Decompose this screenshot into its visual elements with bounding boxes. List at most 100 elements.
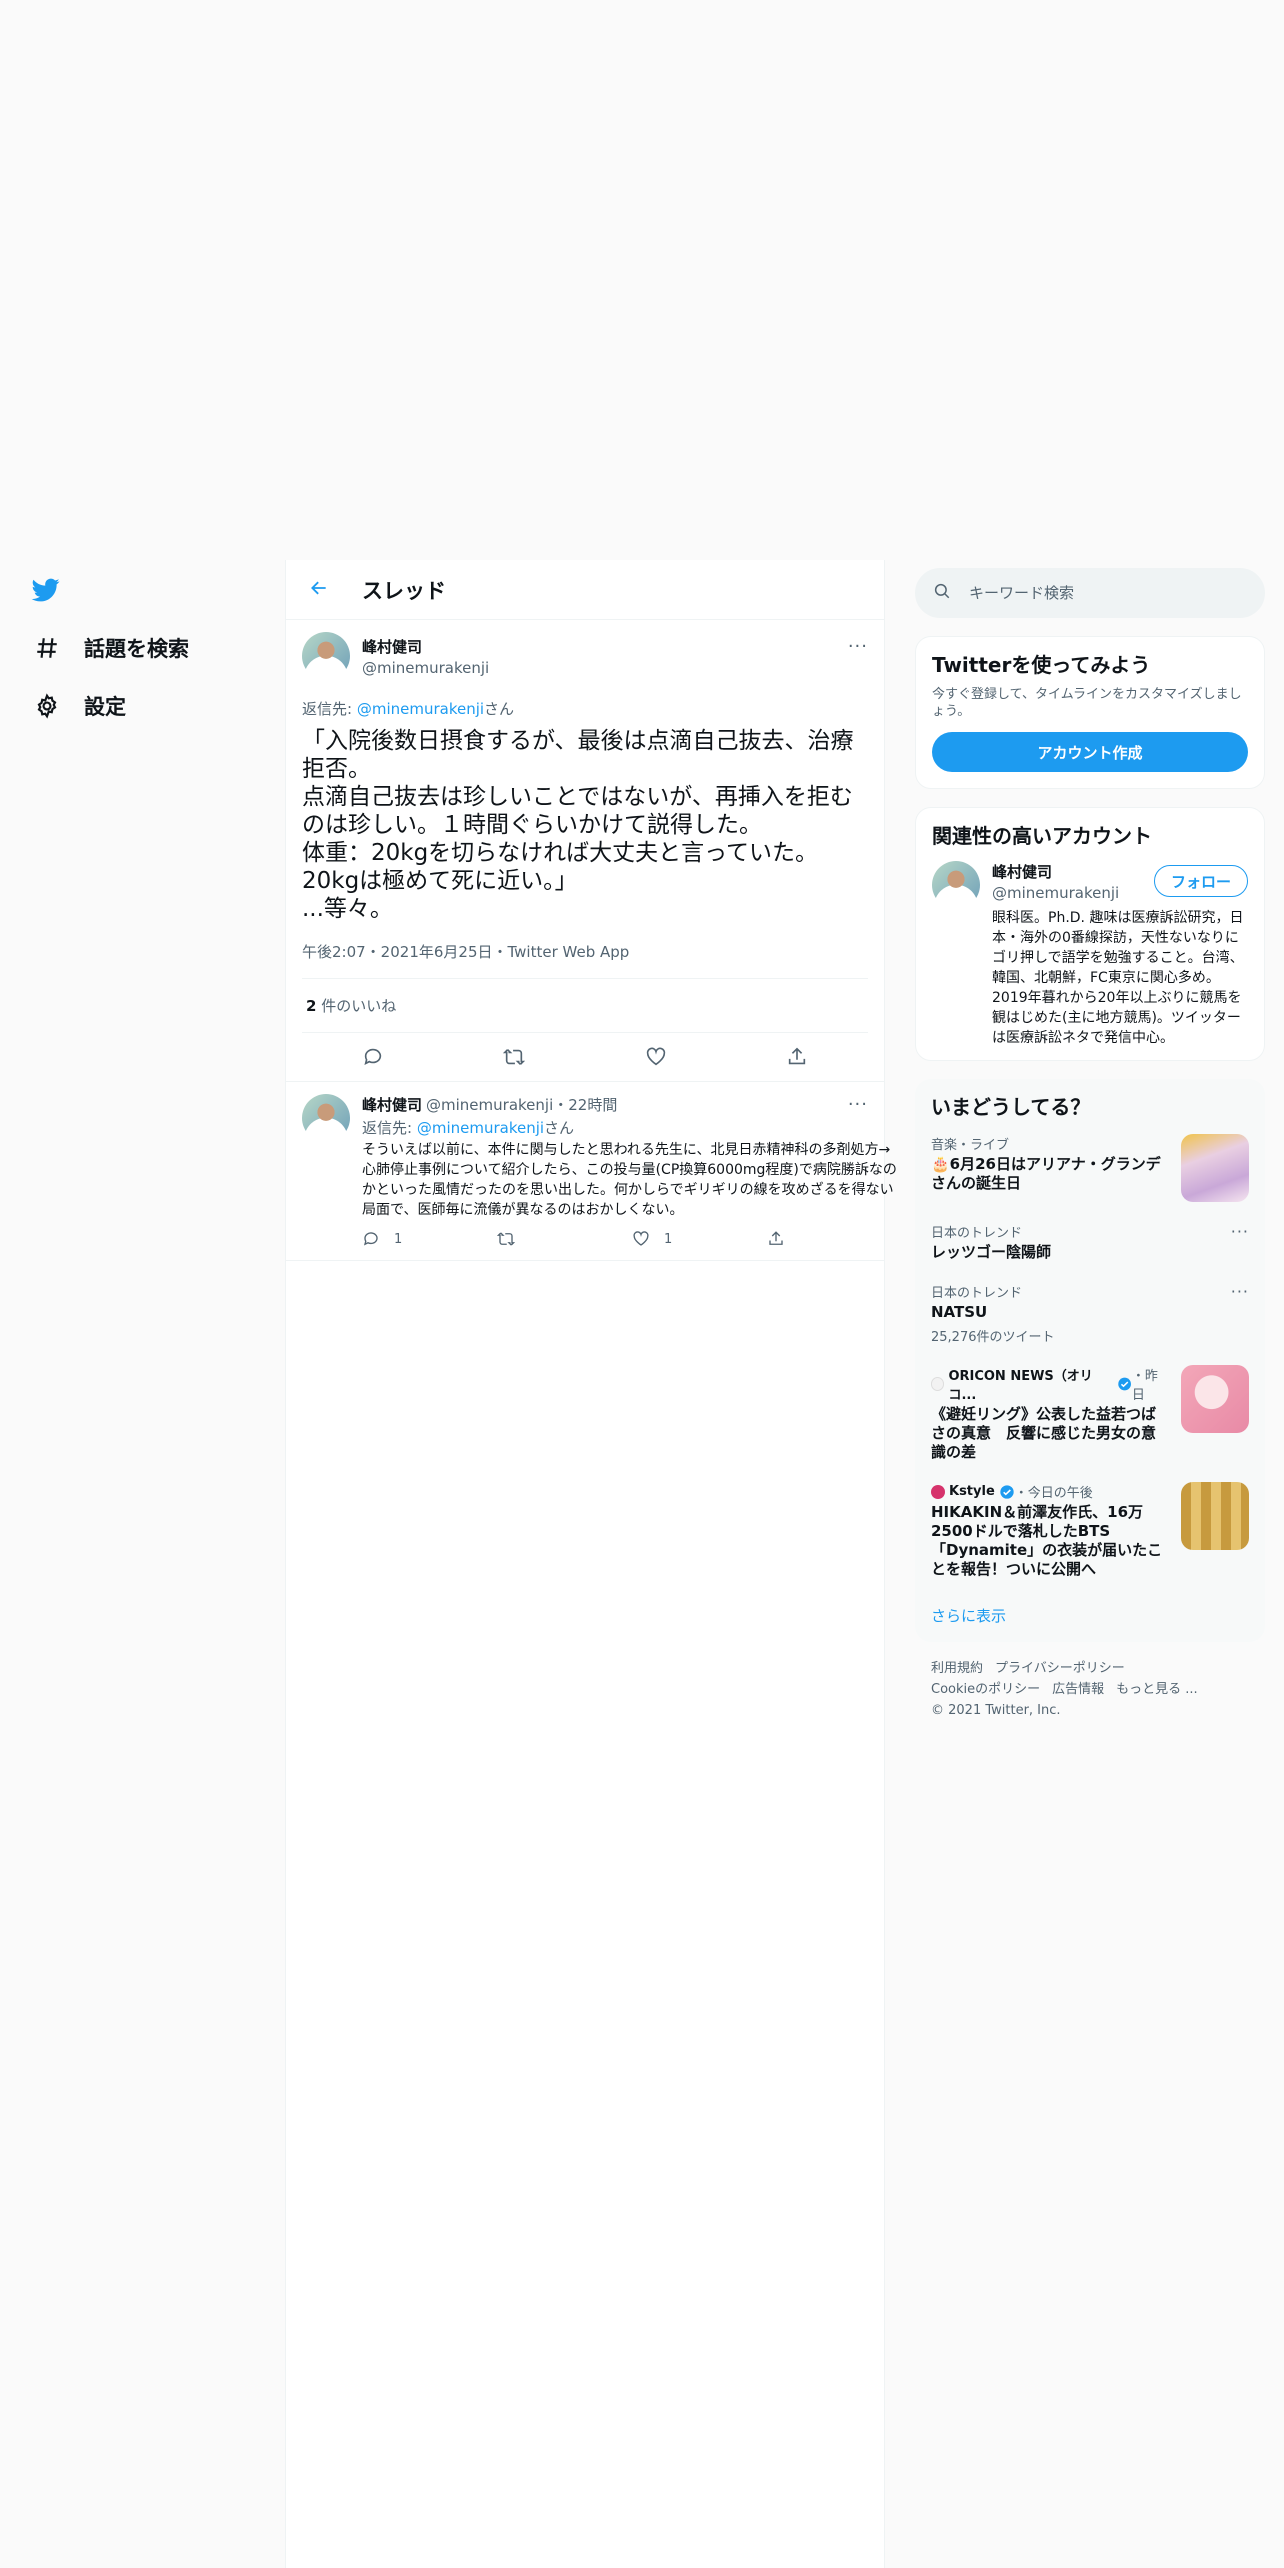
trend-title: 《避妊リング》公表した益若つばさの真意 反響に感じた男女の意識の差 — [931, 1405, 1157, 1461]
ads-link[interactable]: 広告情報 — [1052, 1682, 1104, 1697]
author-handle[interactable]: @minemurakenji — [362, 659, 489, 677]
cookie-link[interactable]: Cookieのポリシー — [931, 1682, 1040, 1697]
verified-icon — [1000, 1484, 1014, 1499]
nav-settings-label: 設定 — [84, 695, 126, 719]
more-icon[interactable]: ··· — [848, 636, 868, 657]
trend-title: レッツゴー陰陽師 — [931, 1243, 1052, 1261]
gear-icon — [32, 691, 62, 721]
tweet-actions — [302, 1033, 868, 1081]
retweet-button[interactable] — [497, 1230, 632, 1248]
trend-category: 日本のトレンド — [931, 1286, 1023, 1301]
trend-source: ORICON NEWS（オリコ... ・昨日 — [931, 1365, 1169, 1403]
tweet-actions: 1 1 — [362, 1230, 902, 1248]
trend-source: Kstyle ・今日の午後 — [931, 1482, 1169, 1501]
source-avatar — [931, 1484, 945, 1499]
likes-count[interactable]: 2 件のいいね — [302, 979, 868, 1033]
like-button[interactable]: 1 — [632, 1230, 767, 1248]
show-more-link[interactable]: さらに表示 — [915, 1589, 1265, 1642]
user-bio: 眼科医。Ph.D. 趣味は医療訴訟研究，日本・海外の0番線探訪，天性ないなりにゴ… — [992, 910, 1244, 1046]
trend-title: HIKAKIN＆前澤友作氏、16万2500ドルで落札したBTS「Dynamite… — [931, 1503, 1163, 1578]
privacy-link[interactable]: プライバシーポリシー — [995, 1661, 1125, 1676]
terms-link[interactable]: 利用規約 — [931, 1661, 983, 1676]
search-bar[interactable] — [915, 568, 1265, 618]
right-sidebar: Twitterを使ってみよう 今すぐ登録して、タイムラインをカスタマイズしましょ… — [915, 560, 1265, 1737]
reply-count: 1 — [394, 1231, 403, 1247]
page-title: スレッド — [362, 578, 446, 603]
trend-thumbnail — [1181, 1482, 1249, 1550]
nav-explore-label: 話題を検索 — [84, 637, 189, 661]
tweet-text: そういえば以前に、本件に関与したと思われる先生に、北見日赤精神科の多剤処方→心肺… — [362, 1142, 897, 1218]
tweet-timestamp[interactable]: 午後2:07・2021年6月25日・Twitter Web App — [302, 941, 868, 979]
reply-icon[interactable] — [356, 1040, 390, 1074]
author-name[interactable]: 峰村健司 — [362, 636, 489, 657]
hashtag-icon — [32, 633, 62, 663]
nav-settings[interactable]: 設定 — [32, 686, 126, 726]
tweet-text: 「入院後数日摂食するが、最後は点滴自己抜去、治療拒否。 点滴自己抜去は珍しいこと… — [302, 728, 854, 922]
trend-item[interactable]: 日本のトレンド NATSU 25,276件のツイート ··· — [915, 1272, 1265, 1355]
trend-item[interactable]: Kstyle ・今日の午後 HIKAKIN＆前澤友作氏、16万2500ドルで落札… — [915, 1472, 1265, 1589]
reply-to-link[interactable]: @minemurakenji — [417, 1119, 544, 1137]
footer: 利用規約 プライバシーポリシー Cookieのポリシー 広告情報 もっと見る ... … — [915, 1642, 1265, 1737]
source-avatar — [931, 1377, 945, 1391]
relevant-user[interactable]: 峰村健司 @minemurakenji 眼科医。Ph.D. 趣味は医療訴訟研究，… — [916, 855, 1264, 1060]
like-icon — [633, 1231, 649, 1246]
reply-button[interactable]: 1 — [362, 1230, 497, 1248]
reply-to-prefix: 返信先: — [362, 1119, 417, 1137]
signup-subtitle: 今すぐ登録して、タイムラインをカスタマイズしましょう。 — [932, 687, 1242, 719]
more-icon[interactable]: ··· — [1231, 1222, 1249, 1241]
trend-item[interactable]: 日本のトレンド レッツゴー陰陽師 ··· — [915, 1212, 1265, 1272]
share-button[interactable] — [767, 1230, 902, 1248]
trend-category: 音楽・ライブ — [931, 1138, 1010, 1153]
twitter-logo-icon[interactable] — [30, 576, 62, 604]
trend-title: 🎂6月26日はアリアナ・グランデさんの誕生日 — [931, 1155, 1161, 1192]
create-account-button[interactable]: アカウント作成 — [932, 732, 1248, 772]
avatar[interactable] — [932, 861, 980, 909]
reply-icon — [363, 1232, 378, 1246]
more-icon[interactable]: ··· — [848, 1094, 868, 1115]
signup-card: Twitterを使ってみよう 今すぐ登録して、タイムラインをカスタマイズしましょ… — [915, 636, 1265, 789]
relevant-accounts-card: 関連性の高いアカウント 峰村健司 @minemurakenji 眼科医。Ph.D… — [915, 807, 1265, 1061]
author-handle-time[interactable]: @minemurakenji・22時間 — [426, 1096, 617, 1114]
reply-tweet[interactable]: 峰村健司 @minemurakenji・22時間 返信先: @minemurake… — [286, 1082, 897, 1261]
trend-time: ・今日の午後 — [1014, 1486, 1093, 1501]
trend-thumbnail — [1181, 1365, 1249, 1433]
trend-thumbnail — [1181, 1134, 1249, 1202]
signup-title: Twitterを使ってみよう — [932, 653, 1151, 677]
reply-to-suffix: さん — [484, 700, 515, 718]
trends-card: いまどうしてる？ 音楽・ライブ 🎂6月26日はアリアナ・グランデさんの誕生日 日… — [915, 1079, 1265, 1642]
reply-to-prefix: 返信先: — [302, 700, 357, 718]
share-icon[interactable] — [780, 1040, 814, 1074]
avatar[interactable] — [302, 1094, 350, 1142]
reply-to: 返信先: @minemurakenjiさん — [302, 698, 868, 719]
like-icon[interactable] — [639, 1040, 673, 1074]
share-icon — [769, 1231, 783, 1245]
retweet-icon[interactable] — [497, 1040, 531, 1074]
reply-to-link[interactable]: @minemurakenji — [357, 700, 484, 718]
author-name[interactable]: 峰村健司 — [362, 1096, 422, 1114]
source-name: Kstyle — [949, 1484, 995, 1499]
thread-column: スレッド 峰村健司 @minemurakenji ··· 返信先: @minem… — [285, 560, 897, 2568]
tweet-author: 峰村健司 @minemurakenji ··· — [302, 632, 868, 680]
reply-to: 返信先: @minemurakenjiさん — [362, 1117, 902, 1138]
trend-item[interactable]: 音楽・ライブ 🎂6月26日はアリアナ・グランデさんの誕生日 — [915, 1124, 1265, 1212]
likes-number: 2 — [306, 997, 317, 1015]
reply-to-suffix: さん — [544, 1119, 575, 1137]
trend-time: ・昨日 — [1131, 1369, 1158, 1403]
back-arrow-icon — [309, 578, 329, 602]
retweet-icon — [497, 1232, 515, 1246]
nav-explore[interactable]: 話題を検索 — [32, 628, 189, 668]
trend-category: 日本のトレンド — [931, 1226, 1023, 1241]
search-input[interactable] — [969, 584, 1229, 602]
trend-item[interactable]: ORICON NEWS（オリコ... ・昨日 《避妊リング》公表した益若つばさの… — [915, 1355, 1265, 1472]
back-button[interactable] — [304, 575, 334, 605]
follow-button[interactable]: フォロー — [1153, 865, 1248, 897]
more-link[interactable]: もっと見る ... — [1116, 1682, 1198, 1697]
more-icon[interactable]: ··· — [1231, 1282, 1249, 1301]
thread-header: スレッド — [286, 560, 884, 620]
trend-count: 25,276件のツイート — [931, 1330, 1055, 1345]
page: 話題を検索 設定 スレッド 峰村健司 @minemurakenji ··· 返信… — [0, 0, 1284, 2568]
avatar[interactable] — [302, 632, 350, 680]
verified-icon — [1117, 1377, 1131, 1391]
trend-title: NATSU — [931, 1303, 988, 1321]
search-icon — [933, 582, 951, 604]
